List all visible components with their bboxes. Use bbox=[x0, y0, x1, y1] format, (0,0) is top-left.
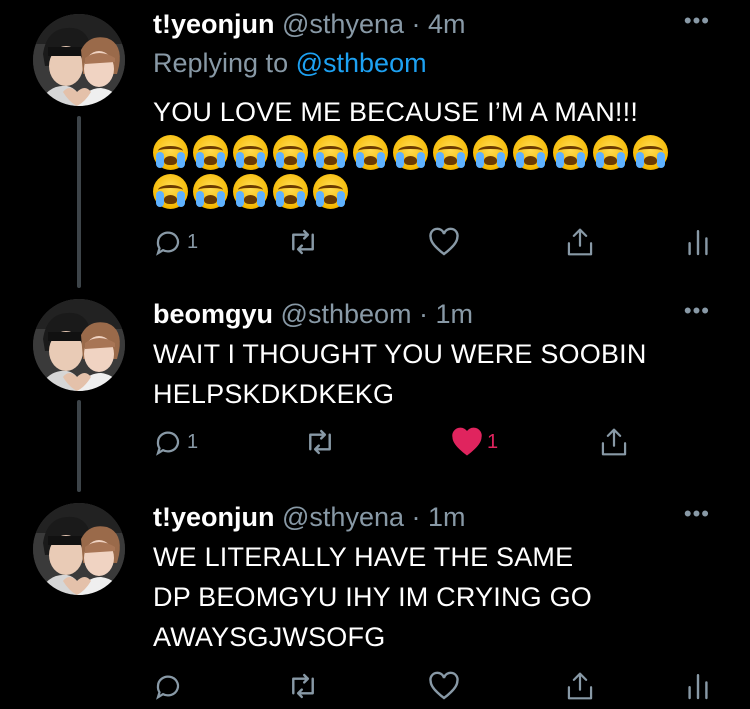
tweet-header: t!yeonjun @sthyena · 4m bbox=[153, 8, 466, 40]
tweet-text: WE LITERALLY HAVE THE SAME DP BEOMGYU IH… bbox=[153, 542, 592, 652]
timestamp[interactable]: 1m bbox=[428, 502, 466, 532]
timestamp[interactable]: 1m bbox=[436, 299, 474, 329]
user-handle[interactable]: @sthbeom bbox=[281, 299, 412, 329]
reply-count: 1 bbox=[187, 230, 199, 253]
share-button[interactable] bbox=[599, 424, 629, 460]
share-icon bbox=[567, 672, 593, 700]
separator-dot: · bbox=[419, 299, 429, 329]
analytics-icon bbox=[688, 230, 708, 256]
thread-line bbox=[77, 116, 81, 288]
retweet-button[interactable] bbox=[286, 668, 324, 704]
thread-line bbox=[77, 400, 81, 492]
reply-button[interactable]: 1 bbox=[153, 224, 198, 260]
reply-icon bbox=[156, 231, 180, 256]
display-name[interactable]: t!yeonjun bbox=[153, 502, 275, 532]
more-options-icon[interactable]: ••• bbox=[684, 8, 710, 34]
heart-icon bbox=[429, 671, 459, 700]
share-icon bbox=[567, 228, 593, 256]
display-name[interactable]: t!yeonjun bbox=[153, 9, 275, 39]
loudly-crying-face-emoji bbox=[153, 174, 188, 209]
reply-count: 1 bbox=[187, 430, 199, 453]
more-options-icon[interactable]: ••• bbox=[684, 298, 710, 324]
reply-icon bbox=[156, 675, 180, 700]
heart-filled-icon bbox=[452, 427, 482, 456]
loudly-crying-face-emoji bbox=[193, 135, 228, 170]
display-name[interactable]: beomgyu bbox=[153, 299, 273, 329]
retweet-icon bbox=[292, 673, 314, 699]
loudly-crying-face-emoji bbox=[473, 135, 508, 170]
loudly-crying-face-emoji bbox=[193, 174, 228, 209]
retweet-button[interactable] bbox=[303, 424, 341, 460]
like-button[interactable] bbox=[428, 668, 464, 704]
heart-icon bbox=[429, 227, 459, 256]
retweet-icon bbox=[292, 229, 314, 255]
share-button[interactable] bbox=[565, 668, 595, 704]
loudly-crying-face-emoji bbox=[433, 135, 468, 170]
avatar[interactable] bbox=[33, 503, 125, 595]
loudly-crying-face-emoji bbox=[273, 174, 308, 209]
like-button[interactable]: 1 bbox=[451, 424, 498, 460]
avatar-image bbox=[33, 503, 125, 595]
loudly-crying-face-emoji bbox=[513, 135, 548, 170]
tweet-text: YOU LOVE ME BECAUSE I’M A MAN!!! bbox=[153, 97, 639, 127]
avatar[interactable] bbox=[33, 14, 125, 106]
share-icon bbox=[601, 428, 627, 456]
loudly-crying-face-emoji bbox=[593, 135, 628, 170]
emoji-row bbox=[153, 135, 668, 170]
replying-to: Replying to @sthbeom bbox=[153, 47, 427, 79]
tweet-header: beomgyu @sthbeom · 1m bbox=[153, 298, 473, 330]
retweet-button[interactable] bbox=[286, 224, 324, 260]
analytics-button[interactable] bbox=[686, 224, 710, 260]
avatar-image bbox=[33, 299, 125, 391]
loudly-crying-face-emoji bbox=[353, 135, 388, 170]
retweet-icon bbox=[309, 429, 331, 455]
user-handle[interactable]: @sthyena bbox=[282, 502, 404, 532]
tweet-actions: 1 1 bbox=[153, 424, 713, 460]
tweet-header: t!yeonjun @sthyena · 1m bbox=[153, 501, 466, 533]
avatar[interactable] bbox=[33, 299, 125, 391]
separator-dot: · bbox=[411, 502, 421, 532]
loudly-crying-face-emoji bbox=[553, 135, 588, 170]
timestamp[interactable]: 4m bbox=[428, 9, 466, 39]
more-options-icon[interactable]: ••• bbox=[684, 501, 710, 527]
mention-link[interactable]: @sthbeom bbox=[296, 48, 427, 78]
tweet-actions: 1 bbox=[153, 224, 713, 260]
loudly-crying-face-emoji bbox=[273, 135, 308, 170]
loudly-crying-face-emoji bbox=[233, 135, 268, 170]
replying-to-label: Replying to bbox=[153, 48, 289, 78]
emoji-row bbox=[153, 174, 348, 209]
reply-button[interactable] bbox=[153, 668, 187, 704]
like-button[interactable] bbox=[428, 224, 464, 260]
loudly-crying-face-emoji bbox=[153, 135, 188, 170]
analytics-button[interactable] bbox=[686, 668, 710, 704]
reply-button[interactable]: 1 bbox=[153, 424, 198, 460]
separator-dot: · bbox=[411, 9, 421, 39]
loudly-crying-face-emoji bbox=[313, 174, 348, 209]
reply-icon bbox=[156, 431, 180, 456]
user-handle[interactable]: @sthyena bbox=[282, 9, 404, 39]
tweet-text: WAIT I THOUGHT YOU WERE SOOBIN HELPSKDKD… bbox=[153, 339, 647, 409]
loudly-crying-face-emoji bbox=[393, 135, 428, 170]
loudly-crying-face-emoji bbox=[313, 135, 348, 170]
like-count: 1 bbox=[487, 430, 499, 453]
analytics-icon bbox=[688, 674, 708, 700]
avatar-image bbox=[33, 14, 125, 106]
loudly-crying-face-emoji bbox=[233, 174, 268, 209]
share-button[interactable] bbox=[565, 224, 595, 260]
tweet-actions bbox=[153, 668, 713, 704]
loudly-crying-face-emoji bbox=[633, 135, 668, 170]
